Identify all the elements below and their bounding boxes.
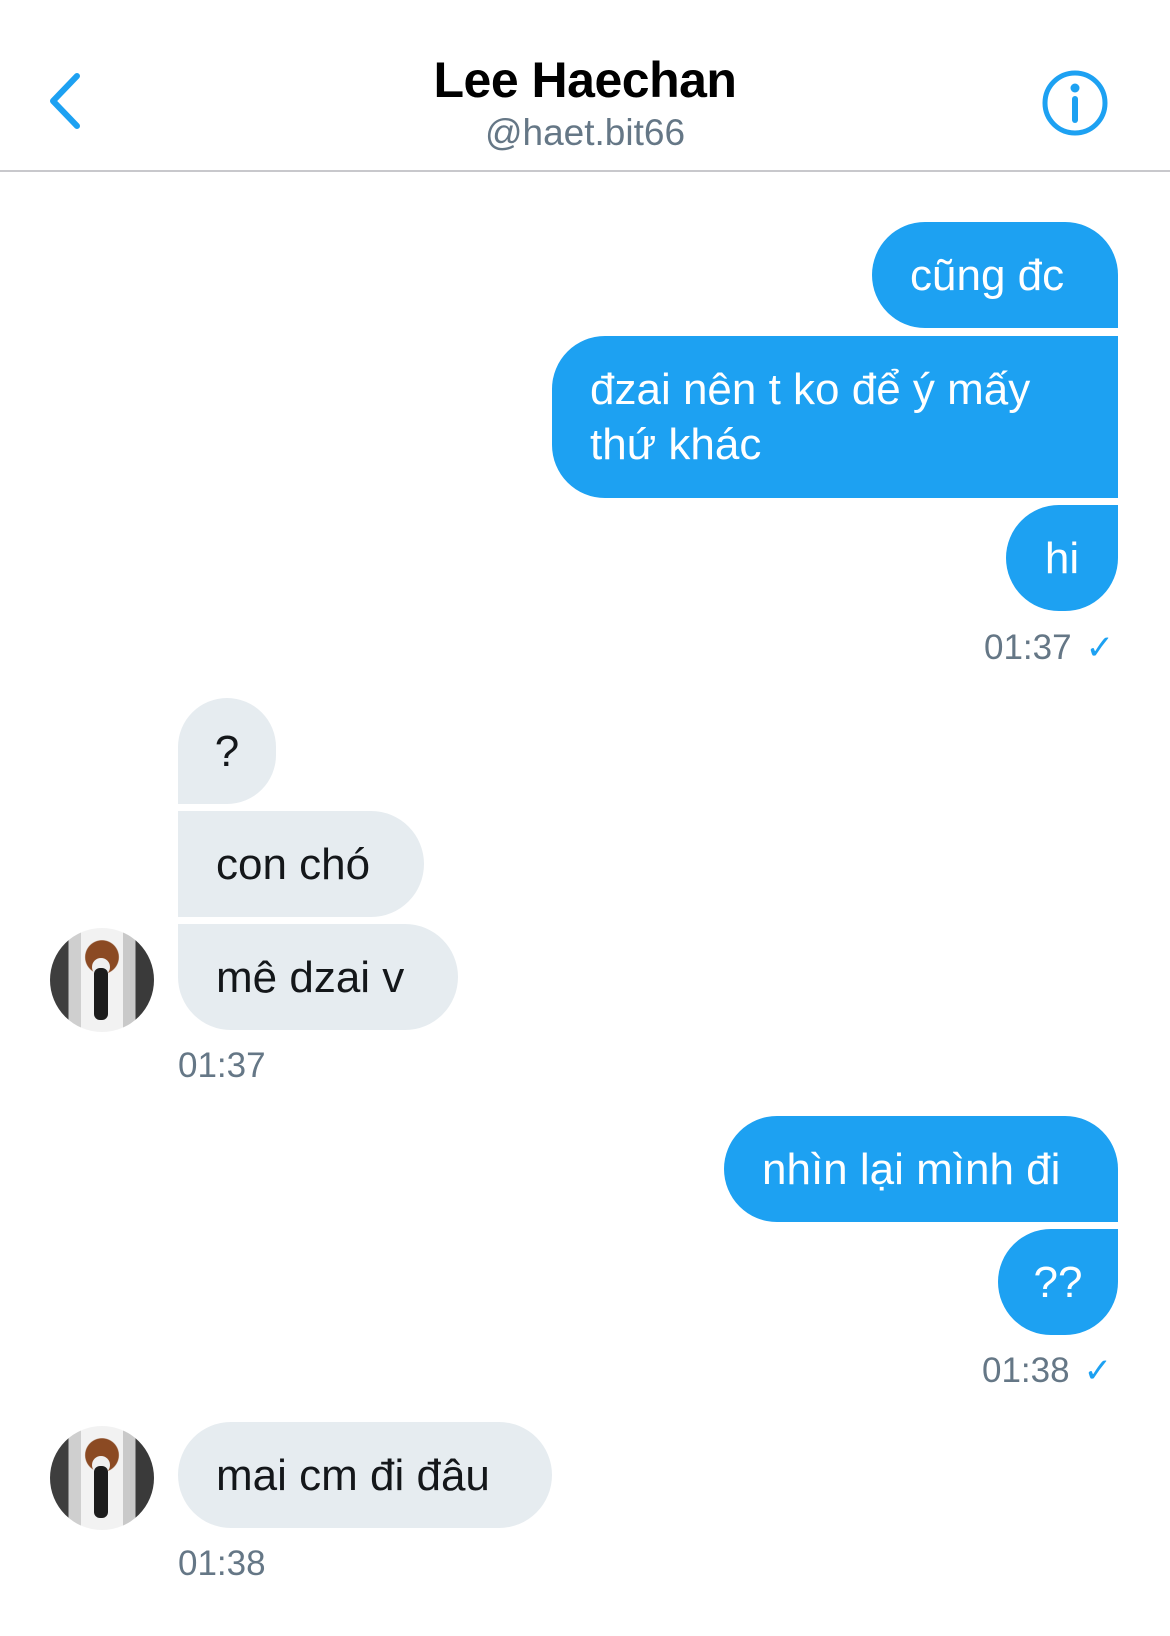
contact-avatar[interactable] bbox=[50, 928, 154, 1032]
conversation-title-block[interactable]: Lee Haechan @haet.bit66 bbox=[0, 50, 1170, 156]
incoming-message[interactable]: ? bbox=[178, 698, 276, 804]
message-text: cũng đc bbox=[910, 250, 1065, 300]
info-icon bbox=[1042, 70, 1108, 136]
message-text: mê dzai v bbox=[216, 952, 405, 1002]
incoming-message[interactable]: mai cm đi đâu bbox=[178, 1422, 552, 1528]
message-text: ?? bbox=[1033, 1257, 1083, 1307]
message-text: con chó bbox=[216, 839, 371, 889]
outgoing-message[interactable]: hi bbox=[1006, 505, 1118, 611]
contact-avatar[interactable] bbox=[50, 1426, 154, 1530]
incoming-message[interactable]: mê dzai v bbox=[178, 924, 458, 1030]
contact-handle: @haet.bit66 bbox=[484, 112, 686, 153]
outgoing-message[interactable]: nhìn lại mình đi bbox=[724, 1116, 1118, 1222]
message-text: đzai nên t ko để ý mấy thứ khác bbox=[590, 365, 1031, 469]
message-text: mai cm đi đâu bbox=[216, 1450, 490, 1500]
timestamp-text: 01:37 bbox=[984, 628, 1072, 667]
message-timestamp: 01:38 bbox=[178, 1544, 266, 1584]
outgoing-message[interactable]: ?? bbox=[998, 1229, 1118, 1335]
incoming-message[interactable]: con chó bbox=[178, 811, 424, 917]
message-text: hi bbox=[1044, 533, 1080, 583]
message-timestamp: 01:38 ✓ bbox=[982, 1351, 1112, 1391]
message-timestamp: 01:37 ✓ bbox=[984, 628, 1114, 668]
contact-name: Lee Haechan bbox=[433, 52, 737, 108]
timestamp-text: 01:38 bbox=[178, 1544, 266, 1583]
outgoing-message[interactable]: đzai nên t ko để ý mấy thứ khác bbox=[552, 336, 1118, 498]
message-text: ? bbox=[214, 726, 240, 776]
conversation-header: Lee Haechan @haet.bit66 bbox=[0, 0, 1170, 172]
message-text: nhìn lại mình đi bbox=[762, 1144, 1061, 1194]
timestamp-text: 01:37 bbox=[178, 1046, 266, 1085]
info-button[interactable] bbox=[1040, 68, 1110, 138]
message-timestamp: 01:37 bbox=[178, 1046, 266, 1086]
timestamp-text: 01:38 bbox=[982, 1351, 1070, 1390]
outgoing-message[interactable]: cũng đc bbox=[872, 222, 1118, 328]
read-check-icon: ✓ bbox=[1085, 629, 1115, 667]
read-check-icon: ✓ bbox=[1083, 1352, 1113, 1390]
